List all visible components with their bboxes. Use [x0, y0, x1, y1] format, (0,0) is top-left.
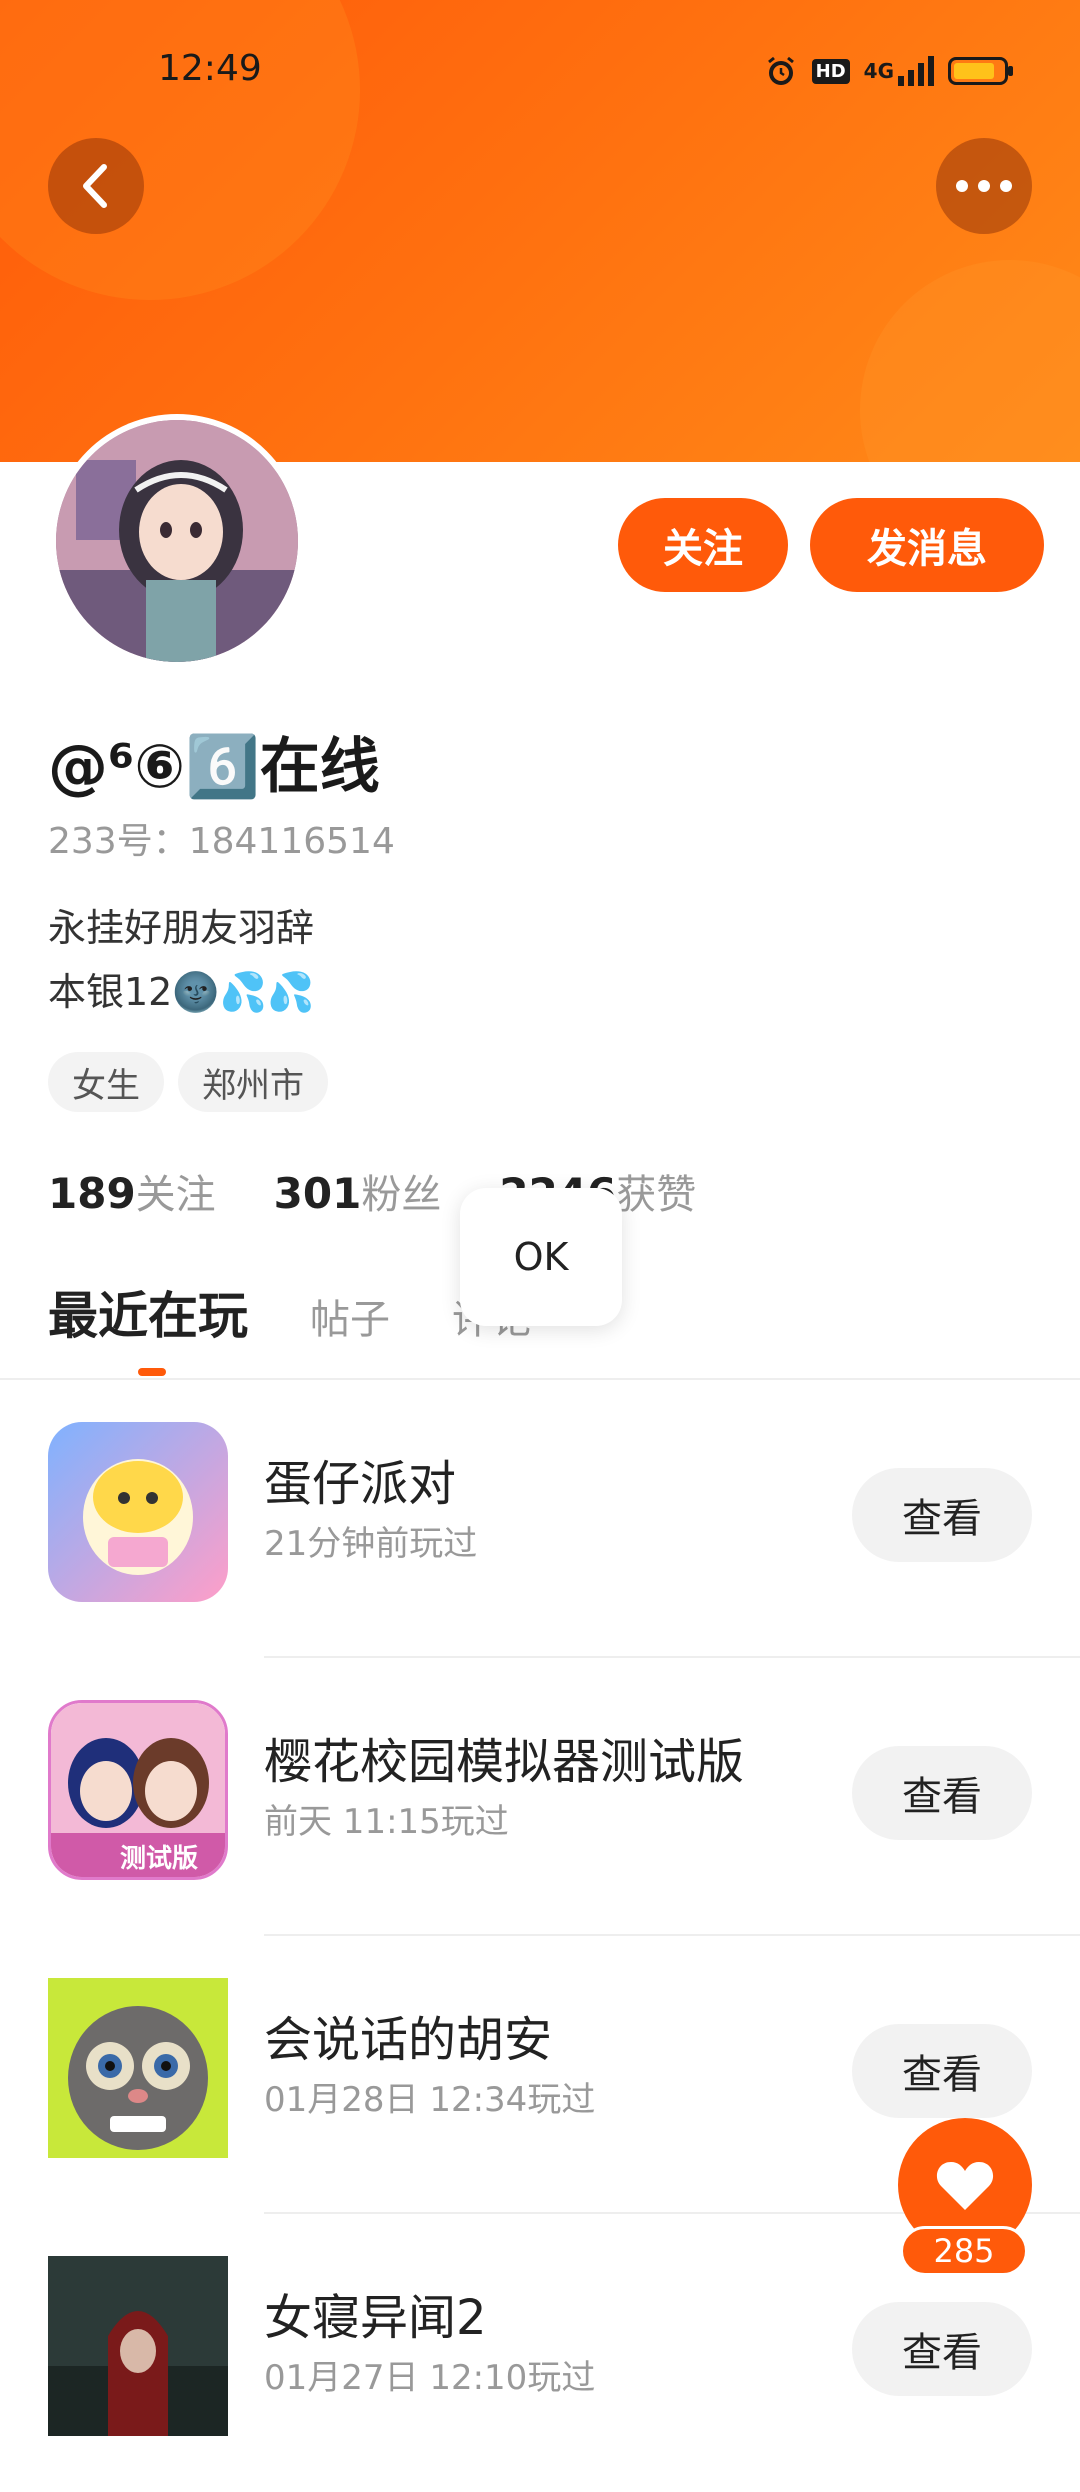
status-icons: HD 4G: [764, 48, 1013, 94]
signal-icon: 4G: [864, 56, 934, 86]
toast-popup: OK: [460, 1188, 622, 1326]
bio-line: 本银12🌚💦💦: [48, 970, 315, 1014]
view-button[interactable]: 查看: [852, 2302, 1032, 2396]
game-last-played: 01月28日 12:34玩过: [264, 2080, 596, 2120]
game-title: 蛋仔派对: [264, 1456, 457, 1512]
fans-count: 301: [273, 1169, 362, 1218]
alarm-icon: [764, 54, 798, 88]
send-message-button[interactable]: 发消息: [810, 498, 1044, 592]
tab-recent-played[interactable]: 最近在玩: [48, 1276, 248, 1348]
fans-stat[interactable]: 301粉丝: [274, 1162, 442, 1220]
gender-tag: 女生: [48, 1052, 164, 1112]
banner-decoration: [860, 260, 1080, 462]
following-label: 关注: [135, 1172, 216, 1218]
more-button[interactable]: [936, 138, 1032, 234]
bio: 永挂好朋友羽辞 本银12🌚💦💦: [48, 896, 314, 1024]
network-type: 4G: [863, 59, 894, 83]
view-button[interactable]: 查看: [852, 1468, 1032, 1562]
profile-tags: 女生 郑州市: [48, 1052, 328, 1112]
game-title: 女寝异闻2: [264, 2290, 487, 2346]
list-item[interactable]: 蛋仔派对 21分钟前玩过 查看: [0, 1380, 1080, 1658]
username: @⁶⑥6️⃣在线: [48, 732, 380, 802]
game-title: 会说话的胡安: [264, 2012, 553, 2068]
game-icon: [48, 1422, 228, 1602]
following-count: 189: [48, 1169, 136, 1218]
game-icon: 测试版: [48, 1700, 228, 1880]
list-item[interactable]: 测试版 樱花校园模拟器测试版 前天 11:15玩过 查看: [0, 1658, 1080, 1936]
battery-icon: [948, 57, 1013, 85]
bio-line: 永挂好朋友羽辞: [48, 906, 315, 950]
active-tab-indicator: [138, 1368, 166, 1376]
chevron-left-icon: [83, 164, 107, 208]
banner-decoration: [0, 0, 360, 300]
game-last-played: 01月27日 12:10玩过: [264, 2358, 596, 2398]
game-last-played: 前天 11:15玩过: [264, 1802, 509, 1842]
follow-button[interactable]: 关注: [618, 498, 788, 592]
location-tag: 郑州市: [178, 1052, 328, 1112]
following-stat[interactable]: 189关注: [48, 1162, 216, 1220]
game-icon: [48, 2256, 228, 2436]
game-last-played: 21分钟前玩过: [264, 1524, 478, 1564]
view-button[interactable]: 查看: [852, 1746, 1032, 1840]
like-count: 285: [900, 2226, 1028, 2276]
hd-icon: HD: [811, 58, 850, 84]
view-button[interactable]: 查看: [852, 2024, 1032, 2118]
profile-header-banner: 12:49 HD 4G: [0, 0, 1080, 462]
avatar[interactable]: [50, 414, 304, 668]
user-id: 233号：184116514: [48, 821, 395, 862]
more-dots-icon: [956, 180, 1012, 192]
test-version-badge: 测试版: [120, 1844, 198, 1874]
heart-icon: [936, 2162, 994, 2210]
back-button[interactable]: [48, 138, 144, 234]
likes-label: 获赞: [616, 1172, 697, 1218]
game-icon: [48, 1978, 228, 2158]
fans-label: 粉丝: [361, 1172, 442, 1218]
status-time: 12:49: [158, 48, 262, 89]
game-title: 樱花校园模拟器测试版: [264, 1734, 745, 1790]
tab-posts[interactable]: 帖子: [310, 1287, 390, 1345]
